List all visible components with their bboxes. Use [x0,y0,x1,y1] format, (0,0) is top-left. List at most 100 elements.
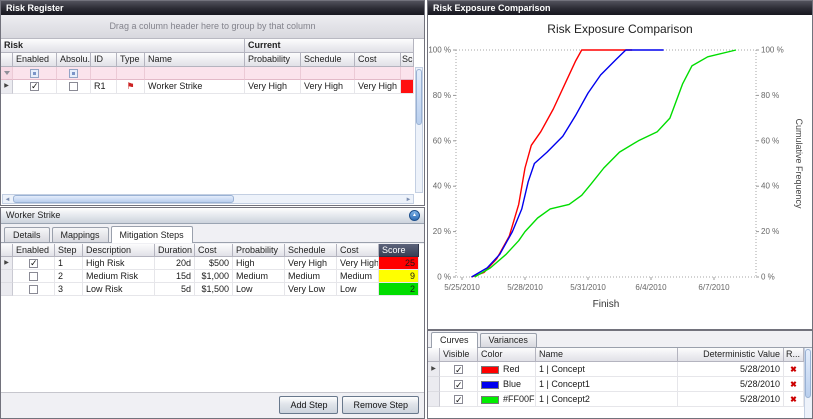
tab-mappings[interactable]: Mappings [52,227,109,242]
delete-icon[interactable]: ✖ [790,380,797,389]
filter-probability-cell[interactable] [245,67,301,80]
col-description[interactable]: Description [83,244,155,257]
col-color[interactable]: Color [478,348,536,362]
color-cell: Blue [478,377,536,392]
checkbox-checked-icon[interactable]: ✓ [454,380,463,389]
mitigation-grid: Enabled Step Description Duration Cost P… [1,244,424,393]
filter-type-cell[interactable] [117,67,145,80]
mitigation-row[interactable]: ▶ ✓ 1 High Risk 20d $500 High Very High … [1,257,424,270]
svg-text:20 %: 20 % [433,227,451,236]
mitigation-row[interactable]: 3 Low Risk 5d $1,500 Low Very Low Low 2 [1,283,424,296]
col-score[interactable]: Score [379,244,419,257]
enabled-cell[interactable] [13,283,55,296]
curve-row[interactable]: ▶ ✓ Red 1 | Concept 5/28/2010 ✖ [428,362,804,377]
svg-text:80 %: 80 % [761,91,779,100]
col-id[interactable]: ID [91,53,117,67]
scrollbar-thumb[interactable] [416,69,422,125]
col-remove[interactable]: R... [784,348,804,362]
filter-cost-cell[interactable] [355,67,401,80]
scrollbar-thumb[interactable] [805,349,811,398]
delete-icon[interactable]: ✖ [790,365,797,374]
exposure-chart: 0 %0 %20 %20 %40 %40 %60 %60 %80 %80 %10… [428,41,812,330]
col-probability[interactable]: Probability [233,244,285,257]
filter-name-cell[interactable] [145,67,245,80]
row-indicator [428,392,440,407]
tab-curves[interactable]: Curves [431,332,478,348]
band-current[interactable]: Current [245,39,414,53]
vertical-scrollbar[interactable] [415,67,423,193]
col-absolute[interactable]: Absolu... [57,53,91,67]
col-deterministic-value[interactable]: Deterministic Value [678,348,784,362]
checkbox-checked-icon[interactable]: ✓ [30,82,39,91]
col-cost[interactable]: Cost [195,244,233,257]
curve-row[interactable]: ✓ Blue 1 | Concept1 5/28/2010 ✖ [428,377,804,392]
horizontal-scrollbar[interactable]: ◄ ► [2,194,414,204]
scrollbar-thumb[interactable] [13,195,234,203]
tab-details[interactable]: Details [4,227,50,242]
band-header-row: Risk Current [1,39,424,53]
curve-row[interactable]: ✓ #FF00FF00 1 | Concept2 5/28/2010 ✖ [428,392,804,407]
col-name[interactable]: Name [536,348,678,362]
scroll-right-icon[interactable]: ► [404,196,413,204]
filter-id-cell[interactable] [91,67,117,80]
checkbox-checked-icon[interactable]: ✓ [454,395,463,404]
col-duration[interactable]: Duration [155,244,195,257]
enabled-cell[interactable] [13,270,55,283]
worker-strike-titlebar: Worker Strike ▲ [1,208,424,224]
absolute-cell[interactable] [57,80,91,94]
svg-text:100 %: 100 % [428,46,451,55]
color-cell: Red [478,362,536,377]
mitigation-row[interactable]: 2 Medium Risk 15d $1,000 Medium Medium M… [1,270,424,283]
checkbox-checked-icon[interactable]: ✓ [454,365,463,374]
col-enabled[interactable]: Enabled [13,53,57,67]
col-step[interactable]: Step [55,244,83,257]
vertical-scrollbar[interactable] [804,348,812,418]
visible-cell[interactable]: ✓ [440,392,478,407]
add-step-button[interactable]: Add Step [279,396,338,414]
score-cell: 2 [379,283,419,296]
schedule-cell: Very High [301,80,355,94]
enabled-cell[interactable]: ✓ [13,257,55,270]
remove-cell[interactable]: ✖ [784,392,804,407]
col-visible[interactable]: Visible [440,348,478,362]
delete-icon[interactable]: ✖ [790,395,797,404]
checkbox-unchecked-icon[interactable] [69,82,78,91]
col-schedule[interactable]: Schedule [301,53,355,67]
visible-cell[interactable]: ✓ [440,362,478,377]
indeterminate-checkbox-icon[interactable] [30,69,39,78]
value-cell: 5/28/2010 [678,362,784,377]
visible-cell[interactable]: ✓ [440,377,478,392]
collapse-button[interactable]: ▲ [409,210,420,221]
col-schedule[interactable]: Schedule [285,244,337,257]
col-type[interactable]: Type [117,53,145,67]
col-cost[interactable]: Cost [355,53,401,67]
remove-step-button[interactable]: Remove Step [342,396,419,414]
col-probability[interactable]: Probability [245,53,301,67]
checkbox-unchecked-icon[interactable] [29,272,38,281]
row-indicator [1,283,13,296]
col-score[interactable]: Sc... [401,53,414,67]
tab-variances[interactable]: Variances [480,333,537,347]
filter-enabled-cell[interactable] [13,67,57,80]
col-enabled[interactable]: Enabled [13,244,55,257]
tab-mitigation-steps[interactable]: Mitigation Steps [111,226,193,243]
group-by-bar[interactable]: Drag a column header here to group by th… [1,15,424,39]
col-name[interactable]: Name [145,53,245,67]
cost-cell: Very High [355,80,401,94]
col-cost-rating[interactable]: Cost [337,244,379,257]
enabled-cell[interactable]: ✓ [13,80,57,94]
filter-schedule-cell[interactable] [301,67,355,80]
color-swatch [481,396,499,404]
auto-filter-row[interactable] [1,67,424,80]
remove-cell[interactable]: ✖ [784,377,804,392]
scroll-left-icon[interactable]: ◄ [3,196,12,204]
checkbox-checked-icon[interactable]: ✓ [29,259,38,268]
band-risk[interactable]: Risk [1,39,245,53]
filter-absolute-cell[interactable] [57,67,91,80]
remove-cell[interactable]: ✖ [784,362,804,377]
filter-score-cell[interactable] [401,67,414,80]
indeterminate-checkbox-icon[interactable] [69,69,78,78]
risk-row[interactable]: ▶ ✓ R1 ⚑ Worker Strike Very High Very Hi… [1,80,424,94]
checkbox-unchecked-icon[interactable] [29,285,38,294]
value-cell: 5/28/2010 [678,392,784,407]
